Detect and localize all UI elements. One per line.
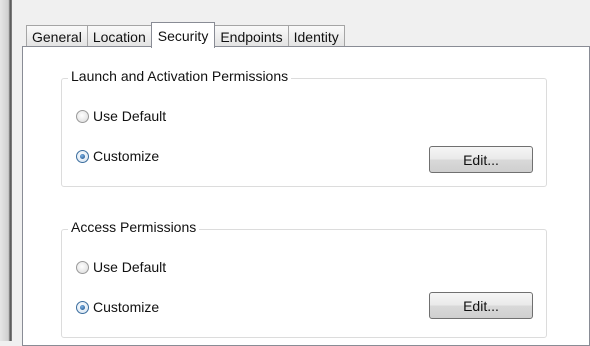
tab-identity[interactable]: Identity <box>287 25 345 47</box>
launch-customize-radio[interactable] <box>76 149 89 163</box>
tab-strip: General Location Security Endpoints Iden… <box>26 22 345 48</box>
radio-selected-dot <box>80 153 85 159</box>
launch-use-default-radio[interactable] <box>76 109 89 123</box>
radio-selected-dot <box>80 304 85 310</box>
access-permissions-title: Access Permissions <box>68 219 200 235</box>
launch-use-default-option[interactable]: Use Default <box>76 108 166 124</box>
access-use-default-option[interactable]: Use Default <box>76 259 166 275</box>
access-customize-option[interactable]: Customize <box>76 299 159 315</box>
launch-use-default-label: Use Default <box>93 108 167 124</box>
access-edit-button[interactable]: Edit... <box>429 292 533 319</box>
tab-general[interactable]: General <box>26 25 88 47</box>
launch-activation-permissions-group: Launch and Activation Permissions Use De… <box>61 68 547 187</box>
security-tab-panel: Launch and Activation Permissions Use De… <box>22 46 590 346</box>
tab-security[interactable]: Security <box>150 22 216 48</box>
launch-customize-option[interactable]: Customize <box>76 148 159 164</box>
access-customize-label: Customize <box>93 299 160 315</box>
launch-edit-button[interactable]: Edit... <box>429 146 533 173</box>
tab-endpoints[interactable]: Endpoints <box>214 25 289 47</box>
access-customize-radio[interactable] <box>76 300 89 314</box>
access-use-default-radio[interactable] <box>76 260 89 274</box>
window-edge <box>0 0 12 341</box>
access-use-default-label: Use Default <box>93 259 167 275</box>
launch-activation-permissions-title: Launch and Activation Permissions <box>68 68 292 84</box>
access-permissions-group: Access Permissions Use Default Customize… <box>61 219 547 338</box>
launch-customize-label: Customize <box>93 148 160 164</box>
tab-location[interactable]: Location <box>86 25 152 47</box>
